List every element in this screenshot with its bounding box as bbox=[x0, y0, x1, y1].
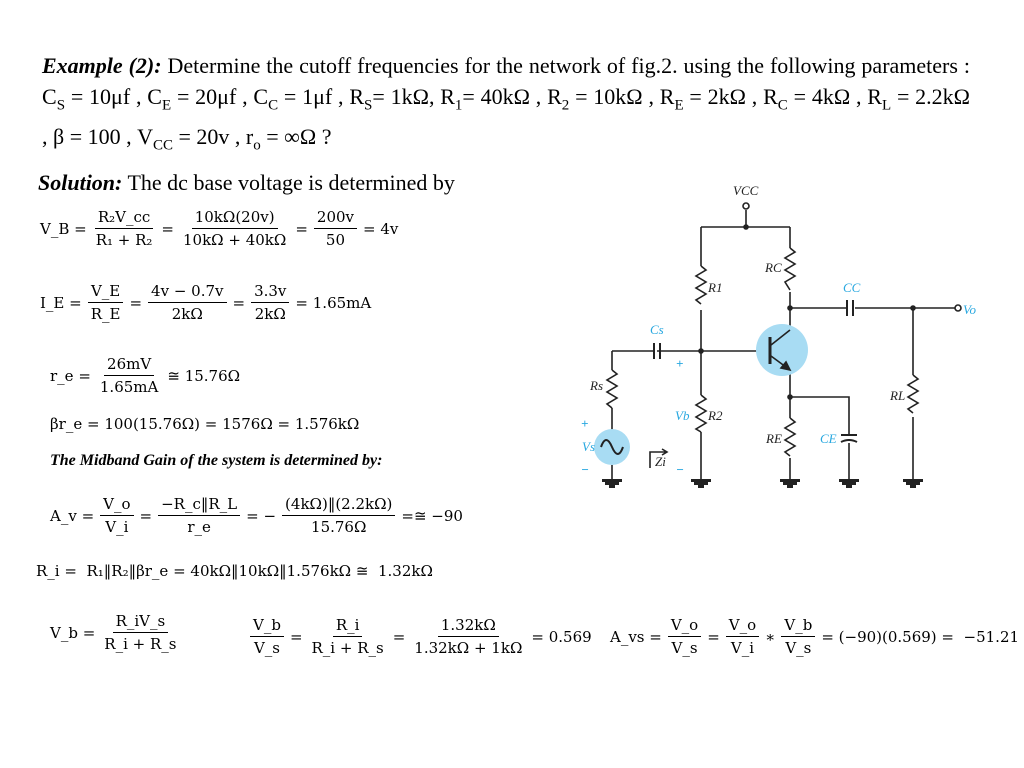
ac-source bbox=[594, 429, 630, 465]
vs-plus: + bbox=[581, 416, 588, 431]
r2-label: R2 bbox=[707, 408, 723, 423]
rl-label: RL bbox=[889, 388, 905, 403]
rc-resistor bbox=[783, 247, 797, 291]
vs-label: Vs bbox=[582, 439, 595, 454]
re-label: RE bbox=[765, 431, 782, 446]
r1-resistor bbox=[694, 265, 708, 305]
r2-resistor bbox=[694, 394, 708, 433]
transistor bbox=[756, 324, 808, 376]
vs-minus: − bbox=[581, 462, 589, 477]
circuit-diagram: VCC R1 RC CC Vo Cs Rs Vs Vb R2 RE CE RL … bbox=[581, 183, 977, 488]
vb-plus: + bbox=[676, 356, 683, 371]
rc-label: RC bbox=[764, 260, 782, 275]
rs-label: Rs bbox=[589, 378, 603, 393]
vb-minus: − bbox=[676, 462, 684, 477]
ce-label: CE bbox=[820, 431, 837, 446]
rs-resistor bbox=[605, 369, 619, 409]
cc-label: CC bbox=[843, 280, 861, 295]
cs-label: Cs bbox=[650, 322, 664, 337]
zi-label: Zi bbox=[655, 454, 666, 469]
vo-label: Vo bbox=[963, 302, 977, 317]
slide: Example (2): Determine the cutoff freque… bbox=[0, 0, 1024, 768]
ground-symbols bbox=[602, 479, 923, 488]
vb-label: Vb bbox=[675, 408, 690, 423]
cc-capacitor bbox=[846, 300, 854, 316]
rl-resistor bbox=[906, 374, 920, 414]
r1-label: R1 bbox=[707, 280, 722, 295]
ce-capacitor bbox=[840, 434, 858, 443]
vcc-label: VCC bbox=[733, 183, 759, 198]
re-resistor bbox=[783, 417, 797, 457]
